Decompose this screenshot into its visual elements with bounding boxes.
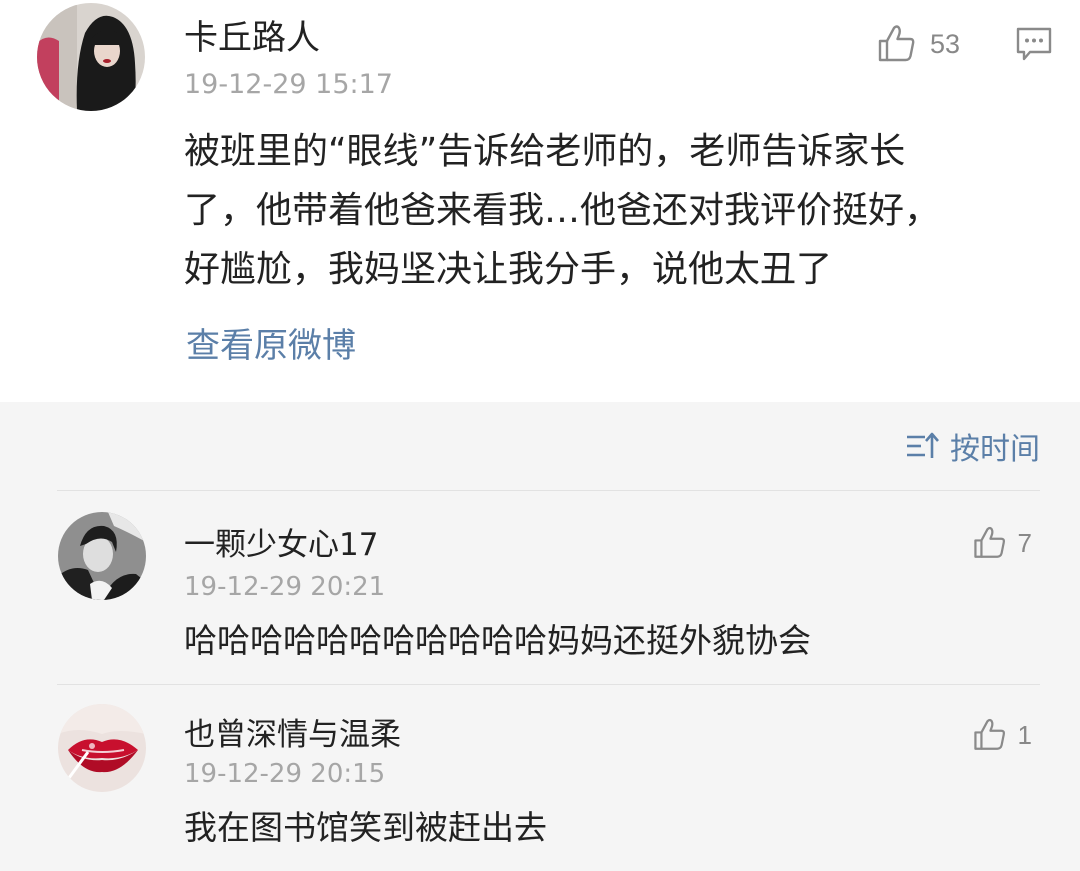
post-like-count: 53	[930, 28, 961, 59]
sort-label: 按时间	[950, 432, 1040, 467]
post-body-line: 了，他带着他爸来看我…他爸还对我评价挺好，	[184, 190, 941, 231]
post-body: 被班里的“眼线”告诉给老师的，老师告诉家长 了，他带着他爸来看我…他爸还对我评价…	[184, 122, 1004, 299]
sort-by-time-button[interactable]: 按时间	[904, 424, 1040, 468]
post-timestamp: 19-12-29 15:17	[184, 69, 393, 100]
view-original-post-link[interactable]: 查看原微博	[186, 324, 356, 368]
post-comment-button[interactable]	[1014, 24, 1054, 64]
post-author-avatar[interactable]	[37, 3, 145, 111]
comment-text: 哈哈哈哈哈哈哈哈哈哈哈妈妈还挺外貌协会	[184, 621, 811, 660]
thumbs-up-icon	[878, 25, 915, 62]
comment-author-name[interactable]: 一颗少女心17	[184, 525, 378, 565]
avatar-image	[37, 3, 145, 111]
thumbs-up-icon	[973, 526, 1005, 558]
comment-author-name[interactable]: 也曾深情与温柔	[184, 715, 401, 755]
comment-author-avatar[interactable]	[58, 704, 146, 792]
comment-author-avatar[interactable]	[58, 512, 146, 600]
comment-like-button[interactable]: 1	[972, 715, 1032, 755]
comment-item: 一颗少女心17 19-12-29 20:21 哈哈哈哈哈哈哈哈哈哈哈妈妈还挺外貌…	[0, 490, 1080, 684]
post-like-button[interactable]: 53	[876, 22, 960, 66]
comment-text: 我在图书馆笑到被赶出去	[184, 808, 547, 847]
comment-timestamp: 19-12-29 20:21	[184, 572, 386, 602]
thumbs-up-icon	[973, 718, 1005, 750]
main-post: 卡丘路人 19-12-29 15:17 53 被班里的“眼线”告诉给老师的，老师…	[0, 0, 1080, 402]
avatar-image	[58, 512, 146, 600]
post-body-line: 好尴尬，我妈坚决让我分手，说他太丑了	[184, 249, 833, 290]
avatar-image	[58, 704, 146, 792]
post-author-name[interactable]: 卡丘路人	[184, 16, 320, 60]
comment-timestamp: 19-12-29 20:15	[184, 759, 386, 789]
comment-like-count: 1	[1017, 719, 1032, 750]
sort-icon	[907, 432, 939, 458]
comment-like-count: 7	[1017, 527, 1032, 558]
comment-like-button[interactable]: 7	[972, 523, 1032, 563]
comment-bubble-icon	[1016, 27, 1052, 61]
post-body-line: 被班里的“眼线”告诉给老师的，老师告诉家长	[184, 131, 906, 172]
comment-item: 也曾深情与温柔 19-12-29 20:15 我在图书馆笑到被赶出去 1	[0, 684, 1080, 871]
